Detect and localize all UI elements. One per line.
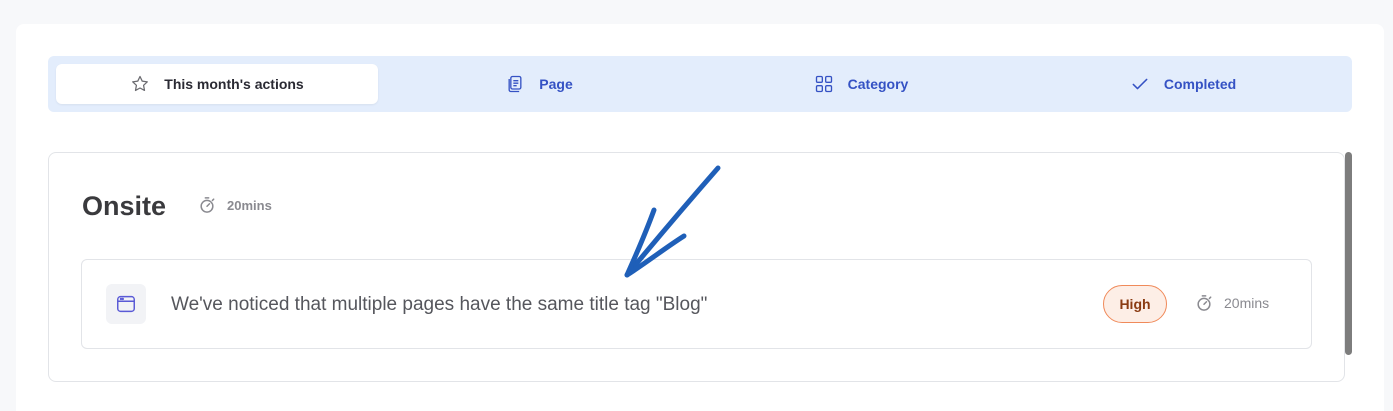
browser-window-icon xyxy=(106,284,146,324)
tab-category[interactable]: Category xyxy=(700,64,1022,104)
tab-completed[interactable]: Completed xyxy=(1022,64,1344,104)
action-item-text: We've noticed that multiple pages have t… xyxy=(171,294,708,315)
stopwatch-icon xyxy=(1194,293,1214,313)
section-title: Onsite xyxy=(82,191,167,221)
section-time-text: 20mins xyxy=(227,197,272,213)
check-icon xyxy=(1130,74,1150,94)
tab-page[interactable]: Page xyxy=(378,64,700,104)
item-time: 20mins xyxy=(1194,293,1269,313)
tab-label: Category xyxy=(847,76,909,92)
annotation-arrow xyxy=(624,165,721,278)
stopwatch-icon xyxy=(197,195,217,215)
star-icon xyxy=(130,74,150,94)
tab-label: Page xyxy=(539,76,573,92)
pages-icon xyxy=(505,74,525,94)
item-time-text: 20mins xyxy=(1224,295,1270,311)
tab-label: Completed xyxy=(1163,76,1237,92)
tab-this-months-actions[interactable]: This month's actions xyxy=(56,64,378,104)
section-time: 20mins xyxy=(197,195,272,215)
grid-icon xyxy=(814,74,834,94)
tab-bar: This month's actions Page Category Compl… xyxy=(48,56,1352,112)
scrollbar[interactable] xyxy=(1345,152,1352,355)
tab-label: This month's actions xyxy=(164,76,304,92)
priority-badge: High xyxy=(1103,285,1167,323)
